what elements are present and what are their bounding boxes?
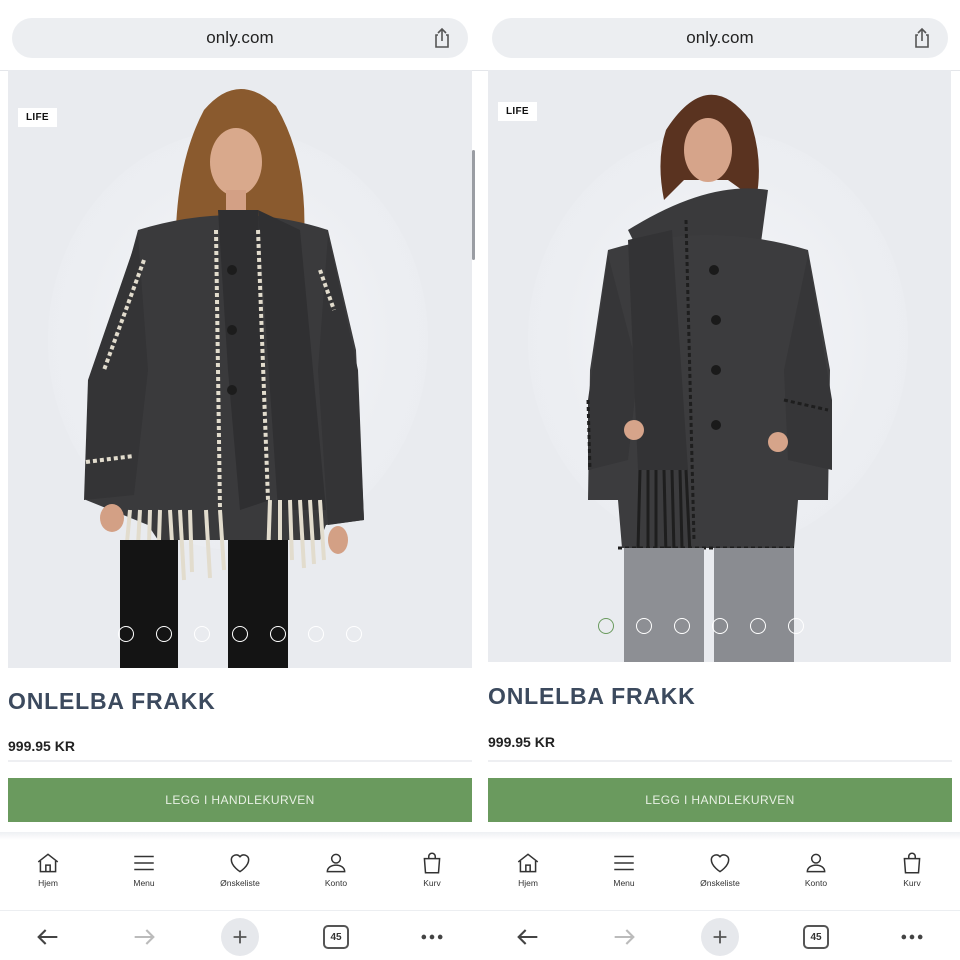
nav-label: Hjem [38, 878, 58, 888]
panel-right: only.com LIFE ONLELBA FRAKK 999.95 KR LE… [480, 0, 960, 960]
model-photo [84, 88, 364, 668]
carousel-dot[interactable] [346, 626, 362, 642]
tabs-button[interactable]: 45 [794, 917, 838, 957]
nav-label: Hjem [518, 878, 538, 888]
url-text: only.com [686, 28, 754, 47]
home-icon [37, 853, 59, 873]
divider [0, 832, 480, 840]
more-button[interactable] [410, 917, 454, 957]
divider [8, 760, 472, 762]
nav-item-cart[interactable]: Kurv [872, 850, 952, 902]
add-to-cart-button[interactable]: LEGG I HANDLEKURVEN [488, 778, 952, 822]
page-scrollbar[interactable] [472, 150, 475, 260]
label-badge: LIFE [498, 102, 537, 121]
carousel-dot[interactable] [194, 626, 210, 642]
add-to-cart-button[interactable]: LEGG I HANDLEKURVEN [8, 778, 472, 822]
panel-left: only.com LIFE ONLELBA FRAKK 999.95 KR LE… [0, 0, 480, 960]
carousel-dot[interactable] [750, 618, 766, 634]
nav-label: Konto [324, 878, 348, 888]
carousel-dot[interactable] [788, 618, 804, 634]
arrow-right-icon [134, 929, 155, 945]
menu-icon [134, 855, 154, 871]
heart-icon [710, 854, 730, 873]
divider [0, 910, 480, 911]
menu-icon [614, 855, 634, 871]
product-image[interactable]: LIFE [488, 70, 951, 662]
nav-label: Menu [133, 878, 155, 888]
more-button[interactable] [890, 917, 934, 957]
forward-button[interactable] [122, 917, 166, 957]
share-icon[interactable] [910, 26, 934, 50]
tab-count: 45 [323, 925, 349, 949]
arrow-right-icon [614, 929, 635, 945]
arrow-left-icon [37, 929, 58, 945]
image-carousel-dots[interactable] [8, 626, 472, 642]
nav-item-cart[interactable]: Kurv [392, 850, 472, 902]
account-icon [326, 853, 346, 873]
nav-item-wishlist[interactable]: Ønskeliste [680, 850, 760, 902]
new-tab-button[interactable] [218, 917, 262, 957]
nav-item-menu[interactable]: Menu [104, 850, 184, 902]
nav-item-home[interactable]: Hjem [488, 850, 568, 902]
product-price: 999.95 KR [488, 734, 555, 750]
nav-item-account[interactable]: Konto [296, 850, 376, 902]
model-photo [586, 94, 832, 662]
account-icon [806, 853, 826, 873]
url-text: only.com [206, 28, 274, 47]
nav-item-menu[interactable]: Menu [584, 850, 664, 902]
new-tab-button[interactable] [698, 917, 742, 957]
divider [488, 760, 952, 762]
divider [480, 910, 960, 911]
nav-label: Ønskeliste [700, 878, 740, 888]
share-icon[interactable] [430, 26, 454, 50]
heart-icon [230, 854, 250, 873]
plus-icon [221, 918, 259, 956]
product-image[interactable]: LIFE [8, 70, 472, 668]
address-bar[interactable]: only.com [12, 18, 468, 58]
carousel-dot[interactable] [118, 626, 134, 642]
carousel-dot[interactable] [270, 626, 286, 642]
nav-item-wishlist[interactable]: Ønskeliste [200, 850, 280, 902]
browser-toolbar: 45 [480, 914, 960, 960]
back-button[interactable] [506, 917, 550, 957]
carousel-dot[interactable] [712, 618, 728, 634]
tab-count: 45 [803, 925, 829, 949]
bag-icon [903, 852, 921, 874]
nav-label: Ønskeliste [220, 878, 260, 888]
tabs-button[interactable]: 45 [314, 917, 358, 957]
app-bottom-nav: Hjem Menu Ønskeliste Konto Kurv [0, 850, 480, 902]
product-title: ONLELBA FRAKK [488, 683, 696, 709]
app-bottom-nav: Hjem Menu Ønskeliste Konto Kurv [480, 850, 960, 902]
product-title: ONLELBA FRAKK [8, 688, 216, 714]
carousel-dot[interactable] [232, 626, 248, 642]
nav-label: Menu [613, 878, 635, 888]
address-bar[interactable]: only.com [492, 18, 948, 58]
nav-label: Konto [804, 878, 828, 888]
product-price: 999.95 KR [8, 738, 75, 754]
nav-label: Kurv [903, 878, 921, 888]
carousel-dot[interactable] [308, 626, 324, 642]
label-badge: LIFE [18, 108, 57, 127]
plus-icon [701, 918, 739, 956]
image-carousel-dots[interactable] [488, 618, 951, 634]
nav-item-home[interactable]: Hjem [8, 850, 88, 902]
back-button[interactable] [26, 917, 70, 957]
browser-toolbar: 45 [0, 914, 480, 960]
bag-icon [423, 852, 441, 874]
carousel-dot[interactable] [674, 618, 690, 634]
more-dots-icon [901, 934, 923, 940]
home-icon [517, 853, 539, 873]
arrow-left-icon [517, 929, 538, 945]
carousel-dot[interactable] [636, 618, 652, 634]
more-dots-icon [421, 934, 443, 940]
nav-label: Kurv [423, 878, 441, 888]
nav-item-account[interactable]: Konto [776, 850, 856, 902]
carousel-dot[interactable] [156, 626, 172, 642]
carousel-dot-active[interactable] [598, 618, 614, 634]
forward-button[interactable] [602, 917, 646, 957]
divider [480, 832, 960, 840]
